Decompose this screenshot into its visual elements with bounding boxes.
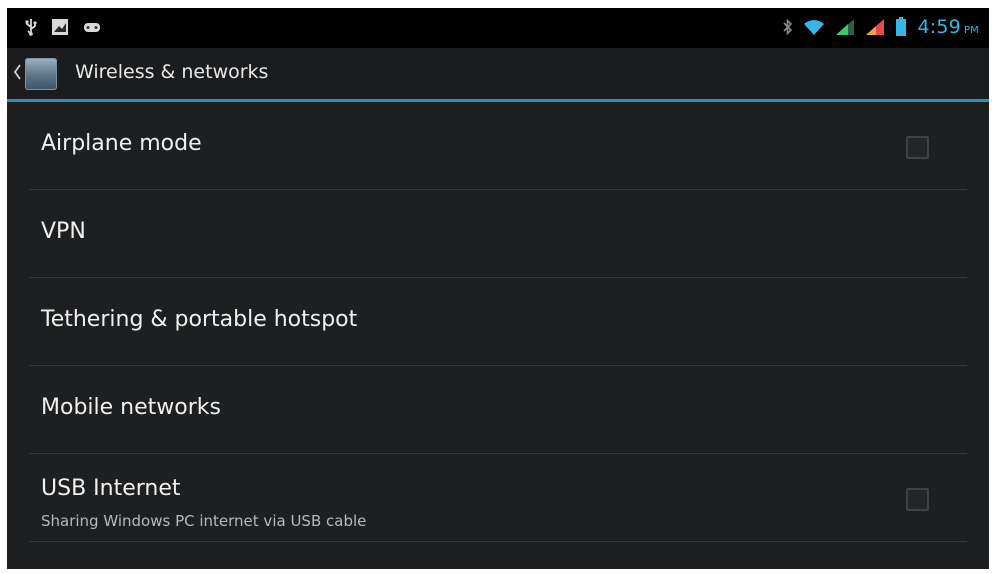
setting-label: Airplane mode bbox=[41, 131, 202, 156]
setting-label: VPN bbox=[41, 219, 86, 244]
notification-icons bbox=[25, 18, 101, 36]
setting-vpn[interactable]: VPN bbox=[29, 190, 967, 278]
battery-icon bbox=[895, 17, 907, 37]
wifi-icon bbox=[803, 18, 825, 36]
airplane-mode-checkbox[interactable] bbox=[906, 136, 929, 159]
up-navigation-button[interactable] bbox=[7, 48, 57, 99]
setting-label: Tethering & portable hotspot bbox=[41, 307, 358, 332]
action-bar: Wireless & networks bbox=[7, 48, 989, 102]
setting-summary: Sharing Windows PC internet via USB cabl… bbox=[41, 512, 367, 530]
status-clock: 4:59 PM bbox=[917, 16, 979, 38]
bluetooth-icon bbox=[783, 18, 793, 36]
setting-label: USB Internet bbox=[41, 476, 181, 501]
system-icons: 4:59 PM bbox=[783, 16, 979, 38]
setting-usb-internet[interactable]: USB Internet Sharing Windows PC internet… bbox=[29, 454, 967, 542]
setting-label: Mobile networks bbox=[41, 395, 221, 420]
usb-icon bbox=[25, 18, 37, 36]
signal-icon bbox=[835, 18, 855, 36]
setting-tethering-hotspot[interactable]: Tethering & portable hotspot bbox=[29, 278, 967, 366]
setting-mobile-networks[interactable]: Mobile networks bbox=[29, 366, 967, 454]
page-title: Wireless & networks bbox=[75, 61, 269, 83]
status-bar: 4:59 PM bbox=[7, 8, 989, 48]
image-notification-icon bbox=[51, 18, 69, 36]
settings-screen: 4:59 PM Wireless & networks Airplane mode… bbox=[7, 8, 989, 569]
chevron-left-icon bbox=[13, 63, 21, 84]
signal-icon bbox=[865, 18, 885, 36]
setting-airplane-mode[interactable]: Airplane mode bbox=[29, 102, 967, 190]
settings-app-icon bbox=[25, 57, 57, 90]
usb-internet-checkbox[interactable] bbox=[906, 488, 929, 511]
gamepad-icon bbox=[83, 20, 101, 34]
settings-list: Airplane mode VPN Tethering & portable h… bbox=[7, 102, 989, 542]
